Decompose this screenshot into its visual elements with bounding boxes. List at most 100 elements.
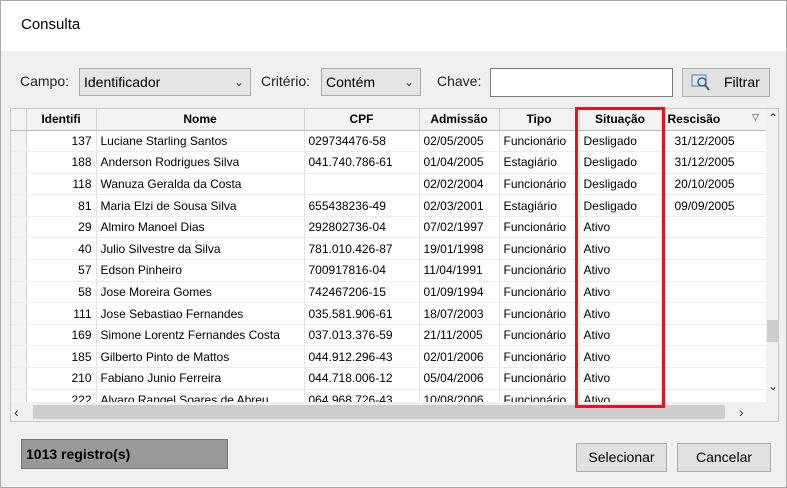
cell-nome: Luciane Starling Santos bbox=[96, 130, 305, 153]
cell-admissao: 02/03/2001 bbox=[419, 194, 500, 217]
row-indicator[interactable] bbox=[11, 173, 27, 196]
cell-tipo: Funcionário bbox=[499, 237, 580, 261]
cell-rescisao bbox=[661, 237, 767, 261]
cell-nome: Jose Sebastiao Fernandes bbox=[96, 302, 305, 325]
cell-admissao: 02/01/2006 bbox=[419, 345, 500, 369]
cell-nome: Maria Elzi de Sousa Silva bbox=[96, 194, 305, 217]
cell-cpf: 041.740.786-61 bbox=[304, 151, 420, 174]
row-indicator-header bbox=[11, 109, 27, 131]
filter-funnel-icon: ▽ bbox=[752, 112, 759, 122]
cell-nome: Anderson Rodrigues Silva bbox=[96, 151, 305, 174]
cell-tipo: Funcionário bbox=[499, 259, 580, 282]
cell-tipo: Funcionário bbox=[499, 345, 580, 369]
cell-nome: Fabiano Junio Ferreira bbox=[96, 367, 305, 390]
col-header-cpf[interactable]: CPF bbox=[304, 109, 420, 131]
vertical-scrollbar[interactable]: ⌃ ⌄ bbox=[766, 109, 778, 402]
cell-cpf: 035.581.906-61 bbox=[304, 302, 420, 325]
cancelar-button[interactable]: Cancelar bbox=[677, 443, 771, 472]
col-header-admissao[interactable]: Admissão bbox=[419, 109, 500, 131]
cell-admissao: 07/02/1997 bbox=[419, 216, 500, 239]
cell-identificador: 137 bbox=[26, 130, 97, 153]
scroll-down-icon[interactable]: ⌄ bbox=[768, 379, 778, 393]
cell-rescisao: 20/10/2005 bbox=[661, 173, 767, 196]
cell-tipo: Estagiário bbox=[499, 194, 580, 217]
selecionar-button[interactable]: Selecionar bbox=[576, 443, 667, 472]
cell-identificador: 40 bbox=[26, 237, 97, 261]
cell-nome: Julio Silvestre da Silva bbox=[96, 237, 305, 261]
cell-identificador: 81 bbox=[26, 194, 97, 217]
scroll-up-icon[interactable]: ⌃ bbox=[768, 111, 778, 125]
cell-identificador: 58 bbox=[26, 281, 97, 304]
campo-value: Identificador bbox=[84, 74, 161, 90]
cell-rescisao bbox=[661, 302, 767, 325]
chevron-down-icon: ⌄ bbox=[403, 75, 414, 89]
cell-admissao: 11/04/1991 bbox=[419, 259, 500, 282]
cell-tipo: Funcionário bbox=[499, 281, 580, 304]
cell-admissao: 01/04/2005 bbox=[419, 151, 500, 174]
row-indicator[interactable] bbox=[11, 237, 27, 261]
cell-rescisao bbox=[661, 324, 767, 347]
cell-rescisao: 31/12/2005 bbox=[661, 151, 767, 174]
cell-rescisao bbox=[661, 216, 767, 239]
search-icon bbox=[691, 73, 711, 92]
cell-cpf: 037.013.376-59 bbox=[304, 324, 420, 347]
cell-identificador: 111 bbox=[26, 302, 97, 325]
cell-cpf bbox=[304, 173, 420, 196]
col-header-tipo[interactable]: Tipo bbox=[499, 109, 580, 131]
cell-identificador: 169 bbox=[26, 324, 97, 347]
cell-identificador: 188 bbox=[26, 151, 97, 174]
cell-cpf: 781.010.426-87 bbox=[304, 237, 420, 261]
col-header-rescisao[interactable]: Rescisão ▽ bbox=[661, 109, 767, 131]
window-title: Consulta bbox=[21, 16, 81, 33]
row-indicator[interactable] bbox=[11, 324, 27, 347]
cell-admissao: 21/11/2005 bbox=[419, 324, 500, 347]
cell-cpf: 044.912.296-43 bbox=[304, 345, 420, 369]
criterio-value: Contém bbox=[326, 74, 376, 90]
chevron-down-icon: ⌄ bbox=[233, 75, 244, 89]
chave-input[interactable] bbox=[490, 68, 673, 97]
cell-identificador: 210 bbox=[26, 367, 97, 390]
cell-tipo: Funcionário bbox=[499, 130, 580, 153]
cell-identificador: 185 bbox=[26, 345, 97, 369]
cell-nome: Edson Pinheiro bbox=[96, 259, 305, 282]
scroll-right-icon[interactable]: › bbox=[739, 404, 744, 420]
row-indicator[interactable] bbox=[11, 367, 27, 390]
criterio-select[interactable]: Contém ⌄ bbox=[321, 68, 421, 96]
col-header-identificador[interactable]: Identifi bbox=[26, 109, 97, 131]
row-indicator[interactable] bbox=[11, 302, 27, 325]
cell-cpf: 292802736-04 bbox=[304, 216, 420, 239]
cell-rescisao: 09/09/2005 bbox=[661, 194, 767, 217]
criterio-label: Critério: bbox=[261, 73, 311, 89]
cell-cpf: 742467206-15 bbox=[304, 281, 420, 304]
cell-admissao: 18/07/2003 bbox=[419, 302, 500, 325]
col-header-nome[interactable]: Nome bbox=[96, 109, 305, 131]
situacao-highlight-box bbox=[575, 107, 665, 408]
cell-identificador: 57 bbox=[26, 259, 97, 282]
cell-rescisao: 31/12/2005 bbox=[661, 130, 767, 153]
row-indicator[interactable] bbox=[11, 281, 27, 304]
cell-cpf: 029734476-58 bbox=[304, 130, 420, 153]
cell-tipo: Funcionário bbox=[499, 367, 580, 390]
filtrar-button[interactable]: Filtrar bbox=[682, 68, 770, 97]
row-indicator[interactable] bbox=[11, 130, 27, 153]
cell-cpf: 700917816-04 bbox=[304, 259, 420, 282]
cell-admissao: 05/04/2006 bbox=[419, 367, 500, 390]
cell-admissao: 01/09/1994 bbox=[419, 281, 500, 304]
cell-rescisao bbox=[661, 259, 767, 282]
title-bar: Consulta bbox=[1, 1, 786, 51]
scroll-left-icon[interactable]: ‹ bbox=[14, 404, 19, 420]
cell-admissao: 02/05/2005 bbox=[419, 130, 500, 153]
cell-rescisao bbox=[661, 345, 767, 369]
cell-nome: Simone Lorentz Fernandes Costa bbox=[96, 324, 305, 347]
cell-tipo: Funcionário bbox=[499, 324, 580, 347]
cell-admissao: 02/02/2004 bbox=[419, 173, 500, 196]
cell-cpf: 044.718.006-12 bbox=[304, 367, 420, 390]
cell-cpf: 655438236-49 bbox=[304, 194, 420, 217]
row-indicator[interactable] bbox=[11, 345, 27, 369]
row-indicator[interactable] bbox=[11, 259, 27, 282]
row-indicator[interactable] bbox=[11, 216, 27, 239]
row-indicator[interactable] bbox=[11, 194, 27, 217]
row-indicator[interactable] bbox=[11, 151, 27, 174]
campo-select[interactable]: Identificador ⌄ bbox=[79, 68, 251, 96]
vertical-scroll-thumb[interactable] bbox=[767, 320, 778, 342]
